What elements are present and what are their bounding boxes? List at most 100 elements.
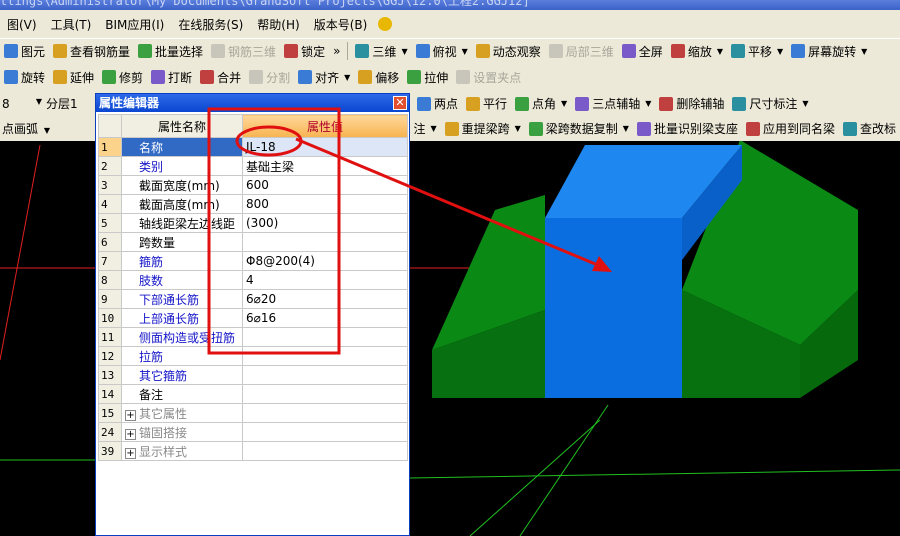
menu-item-5[interactable]: 版本号(B) [307, 16, 375, 33]
tool-toolbar1-0[interactable]: 图元 [0, 43, 49, 60]
property-row[interactable]: 3 截面宽度(mm) 600 [98, 175, 408, 195]
tool-toolbar4-items-3[interactable]: 批量识别梁支座 [633, 120, 742, 137]
tool-toolbar3-items-5[interactable]: 尺寸标注 ▼ [728, 95, 812, 112]
tool-toolbar2-7[interactable]: 偏移 [354, 69, 403, 86]
property-value[interactable] [242, 365, 408, 385]
tool-toolbar2-8[interactable]: 拉伸 [403, 69, 452, 86]
tool-toolbar4-items-5[interactable]: 查改标 [839, 120, 900, 137]
property-value[interactable] [242, 384, 408, 404]
chevron-down-icon[interactable]: ▼ [623, 124, 629, 133]
tool-toolbar1-6[interactable]: 俯视 ▼ [412, 43, 472, 60]
tool-toolbar4-items-2[interactable]: 梁跨数据复制 ▼ [525, 120, 633, 137]
dialog-title-bar[interactable]: 属性编辑器 ✕ [96, 94, 409, 112]
property-row[interactable]: 11 侧面构造或受扭筋 [98, 327, 408, 347]
tool-label: 重提梁跨 [461, 122, 510, 136]
property-name: + 其它属性 [121, 403, 243, 423]
chevron-down-icon[interactable]: ▼ [717, 47, 723, 56]
property-value[interactable] [242, 441, 408, 461]
property-row[interactable]: 12 拉筋 [98, 346, 408, 366]
tool-toolbar2-6[interactable]: 对齐 ▼ [294, 69, 354, 86]
helmet-avatar-icon[interactable] [378, 17, 393, 31]
tool-toolbar4-items-1[interactable]: 重提梁跨 ▼ [441, 120, 525, 137]
chevron-down-icon[interactable]: ▼ [462, 47, 468, 56]
property-value[interactable]: Φ8@200(4) [242, 251, 408, 271]
tool-toolbar3-items-4[interactable]: 删除辅轴 [655, 95, 728, 112]
property-row[interactable]: 7 箍筋 Φ8@200(4) [98, 251, 408, 271]
property-value[interactable] [242, 232, 408, 252]
chevron-down-icon[interactable]: ▼ [777, 47, 783, 56]
close-icon[interactable]: ✕ [393, 96, 407, 110]
tool-toolbar2-1[interactable]: 延伸 [49, 69, 98, 86]
tool-toolbar2-4[interactable]: 合并 [196, 69, 245, 86]
property-value[interactable] [242, 346, 408, 366]
chevron-down-icon[interactable]: ▼ [645, 99, 651, 108]
tool-toolbar3-items-0[interactable]: 两点 [413, 95, 462, 112]
chevron-down-icon[interactable]: ▼ [802, 99, 808, 108]
property-row[interactable]: 6 跨数量 [98, 232, 408, 252]
expand-plus-icon[interactable]: + [125, 447, 136, 459]
property-name-text: 锚固搭接 [139, 425, 188, 440]
property-row[interactable]: 13 其它箍筋 [98, 365, 408, 385]
property-row[interactable]: 8 肢数 4 [98, 270, 408, 290]
menu-item-2[interactable]: BIM应用(I) [98, 16, 171, 33]
chevron-down-icon[interactable]: ▼ [561, 99, 567, 108]
tool-toolbar1-2[interactable]: 批量选择 [134, 43, 207, 60]
tool-toolbar2-2[interactable]: 修剪 [98, 69, 147, 86]
property-row[interactable]: 2 类别 基础主梁 [98, 156, 408, 176]
property-row[interactable]: 9 下部通长筋 6⌀20 [98, 289, 408, 309]
chevron-down-icon[interactable]: ▼ [861, 47, 867, 56]
tool-toolbar3-items-2[interactable]: 点角 ▼ [511, 95, 571, 112]
tool-toolbar1-10[interactable]: 缩放 ▼ [667, 43, 727, 60]
chevron-down-icon[interactable]: ▼ [401, 47, 407, 56]
tool-toolbar1-8[interactable]: 局部三维 [545, 43, 618, 60]
chevron-down-icon[interactable]: ▼ [344, 73, 350, 82]
menu-item-0[interactable]: 图(V) [0, 16, 44, 33]
tool-toolbar4-items-4[interactable]: 应用到同名梁 [742, 120, 839, 137]
tool-toolbar1-9[interactable]: 全屏 [618, 43, 667, 60]
tool-toolbar1-7[interactable]: 动态观察 [472, 43, 545, 60]
property-row[interactable]: 15 + 其它属性 [98, 403, 408, 423]
layer-select[interactable]: 分层1 [42, 95, 95, 112]
more-tools-icon[interactable]: » [329, 44, 344, 58]
property-row[interactable]: 39 + 显示样式 [98, 441, 408, 461]
tool-toolbar1-12[interactable]: 屏幕旋转 ▼ [787, 43, 871, 60]
tool-toolbar3-items-1[interactable]: 平行 [462, 95, 511, 112]
property-row[interactable]: 24 + 锚固搭接 [98, 422, 408, 442]
property-value[interactable] [242, 327, 408, 347]
expand-plus-icon[interactable]: + [125, 409, 136, 421]
chevron-down-icon[interactable]: ▼ [515, 124, 521, 133]
property-value[interactable] [242, 403, 408, 423]
property-value[interactable]: 800 [242, 194, 408, 214]
tool-toolbar1-5[interactable]: 三维 ▼ [351, 43, 411, 60]
tool-toolbar2-3[interactable]: 打断 [147, 69, 196, 86]
property-value[interactable]: 600 [242, 175, 408, 195]
tool-label: 锁定 [301, 44, 326, 59]
menu-item-4[interactable]: 帮助(H) [250, 16, 306, 33]
property-value[interactable]: 6⌀20 [242, 289, 408, 309]
tool-label: 批量选择 [155, 44, 204, 59]
menu-item-3[interactable]: 在线服务(S) [171, 16, 250, 33]
property-value[interactable]: 6⌀16 [242, 308, 408, 328]
tool-toolbar2-0[interactable]: 旋转 [0, 69, 49, 86]
property-row[interactable]: 1 名称 JL-18 [98, 137, 408, 157]
property-row[interactable]: 5 轴线距梁左边线距 (300) [98, 213, 408, 233]
tool-toolbar1-1[interactable]: 查看钢筋量 [49, 43, 134, 60]
tool-toolbar1-4[interactable]: 锁定 [280, 43, 329, 60]
property-row[interactable]: 4 截面高度(mm) 800 [98, 194, 408, 214]
expand-plus-icon[interactable]: + [125, 428, 136, 440]
property-value[interactable]: JL-18 [242, 137, 408, 157]
tool-toolbar2-5[interactable]: 分割 [245, 69, 294, 86]
property-value[interactable]: 基础主梁 [242, 156, 408, 176]
menu-item-1[interactable]: 工具(T) [44, 16, 99, 33]
tool-toolbar3-items-3[interactable]: 三点辅轴 ▼ [571, 95, 655, 112]
tool-toolbar2-9[interactable]: 设置夹点 [452, 69, 525, 86]
property-row[interactable]: 14 备注 [98, 384, 408, 404]
property-value[interactable]: 4 [242, 270, 408, 290]
floor-select[interactable]: 8 ▼ [0, 97, 42, 111]
tool-toolbar1-3[interactable]: 钢筋三维 [207, 43, 280, 60]
property-value[interactable] [242, 422, 408, 442]
property-row[interactable]: 10 上部通长筋 6⌀16 [98, 308, 408, 328]
property-value[interactable]: (300) [242, 213, 408, 233]
tool-toolbar1-11[interactable]: 平移 ▼ [727, 43, 787, 60]
chevron-down-icon[interactable]: ▼ [430, 124, 436, 133]
